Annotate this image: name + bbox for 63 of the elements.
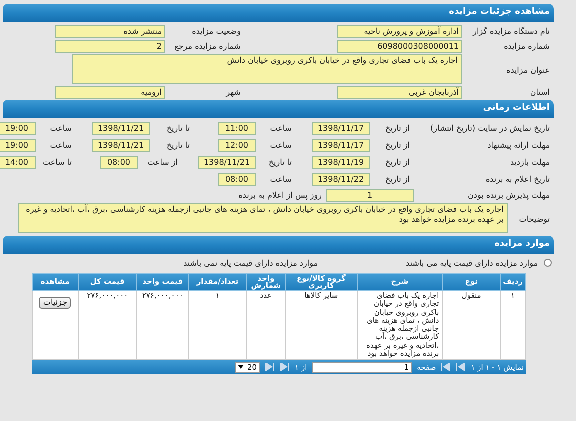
field-label: مهلت ارائه پیشنهاد (486, 140, 551, 150)
field-label: استان (529, 88, 551, 96)
field-label: ساعت (49, 124, 73, 132)
time-field[interactable]: 12:00 (218, 138, 256, 152)
text-area[interactable]: اجاره یک باب فضای تجاری واقع در خیابان باکری روبروی خیابان دانش ، تمای هزینه های جانبی ازجمله هزینه کارشناسی ،برق ،آب ،اتحادیه و غیره بر عهده برنده مزایده خواهد بود (18, 203, 508, 233)
text-field[interactable]: منتشر شده (55, 24, 165, 38)
field-label: ساعت (269, 140, 293, 150)
section-header: اطلاعات زمانی (3, 100, 554, 118)
text-field[interactable]: آذربایجان غربی (337, 86, 462, 98)
field-label: از تاریخ (384, 174, 411, 184)
time-field[interactable]: 11:00 (218, 122, 256, 134)
text-field[interactable]: ارومیه (55, 86, 165, 98)
field-label: شماره مزایده (503, 42, 551, 50)
text-field[interactable]: اداره آموزش و پرورش ناحیه (337, 24, 462, 38)
text-field[interactable]: 6098000308000011 (337, 40, 462, 52)
section-header: مشاهده جزئیات مزایده (3, 4, 554, 22)
time-field[interactable]: 19:00 (0, 122, 36, 134)
previous-page-icon[interactable] (441, 363, 452, 372)
field-label: شماره مزایده مرجع (174, 42, 242, 50)
field-label: توضیحات (518, 214, 551, 224)
text-area[interactable]: اجاره یک باب فضای تجاری واقع در خیابان باکری روبروی خیابان دانش (72, 54, 462, 84)
date-field[interactable]: 1398/11/21 (92, 122, 150, 134)
date-field[interactable]: 1398/11/22 (312, 172, 370, 186)
time-field[interactable]: 19:00 (0, 138, 36, 152)
section-header: موارد مزایده (3, 236, 554, 254)
date-field[interactable]: 1398/11/21 (198, 156, 256, 168)
field-label: ساعت (49, 140, 73, 150)
caret-icon (238, 365, 244, 370)
field-label: وضعیت مزایده (191, 26, 242, 36)
option-label: موارد مزایده دارای قیمت پایه نمی باشند (182, 258, 319, 268)
field-label: تا ساعت (42, 158, 73, 166)
date-field[interactable]: 1398/11/19 (312, 156, 370, 168)
option-label: موارد مزایده دارای قیمت پایه می باشند (405, 258, 539, 268)
last-page-icon[interactable] (265, 363, 276, 372)
field-label: عنوان مزایده (506, 65, 551, 75)
field-label: از ساعت (146, 158, 179, 166)
next-page-icon[interactable] (280, 363, 290, 372)
field-label: نام دستگاه مزایده گزار (472, 26, 551, 36)
field-label: شهر (224, 88, 242, 96)
time-field[interactable]: 08:00 (100, 156, 138, 168)
date-field[interactable]: 1398/11/17 (312, 138, 370, 152)
field-label: تاریخ اعلام به برنده (484, 174, 551, 184)
field-label: مهلت پذیرش برنده بودن (467, 190, 551, 200)
field-label: ساعت (269, 124, 293, 132)
field-label: از تاریخ (384, 124, 411, 132)
radio-button[interactable] (544, 259, 552, 267)
first-page-icon[interactable] (456, 363, 466, 372)
field-label: از تاریخ (384, 140, 411, 150)
details-button[interactable]: جزئیات (39, 297, 72, 310)
field-label: از تاریخ (384, 158, 411, 166)
date-field[interactable]: 1398/11/17 (312, 122, 370, 134)
field-label: ساعت (269, 174, 293, 184)
field-label: روز پس از اعلام به برنده (238, 190, 323, 200)
field-label: تاریخ نمایش در سایت (تاریخ انتشار) (430, 124, 551, 132)
text-field[interactable]: 2 (55, 40, 165, 52)
days-field[interactable]: 1 (326, 188, 414, 202)
field-label: مهلت بازدید (509, 158, 551, 166)
time-field[interactable]: 14:00 (0, 156, 36, 168)
field-label: تا تاریخ (166, 140, 191, 150)
date-field[interactable]: 1398/11/21 (92, 138, 150, 152)
field-label: تا تاریخ (166, 124, 191, 132)
time-field[interactable]: 08:00 (218, 172, 256, 186)
field-label: تا تاریخ (268, 158, 293, 166)
